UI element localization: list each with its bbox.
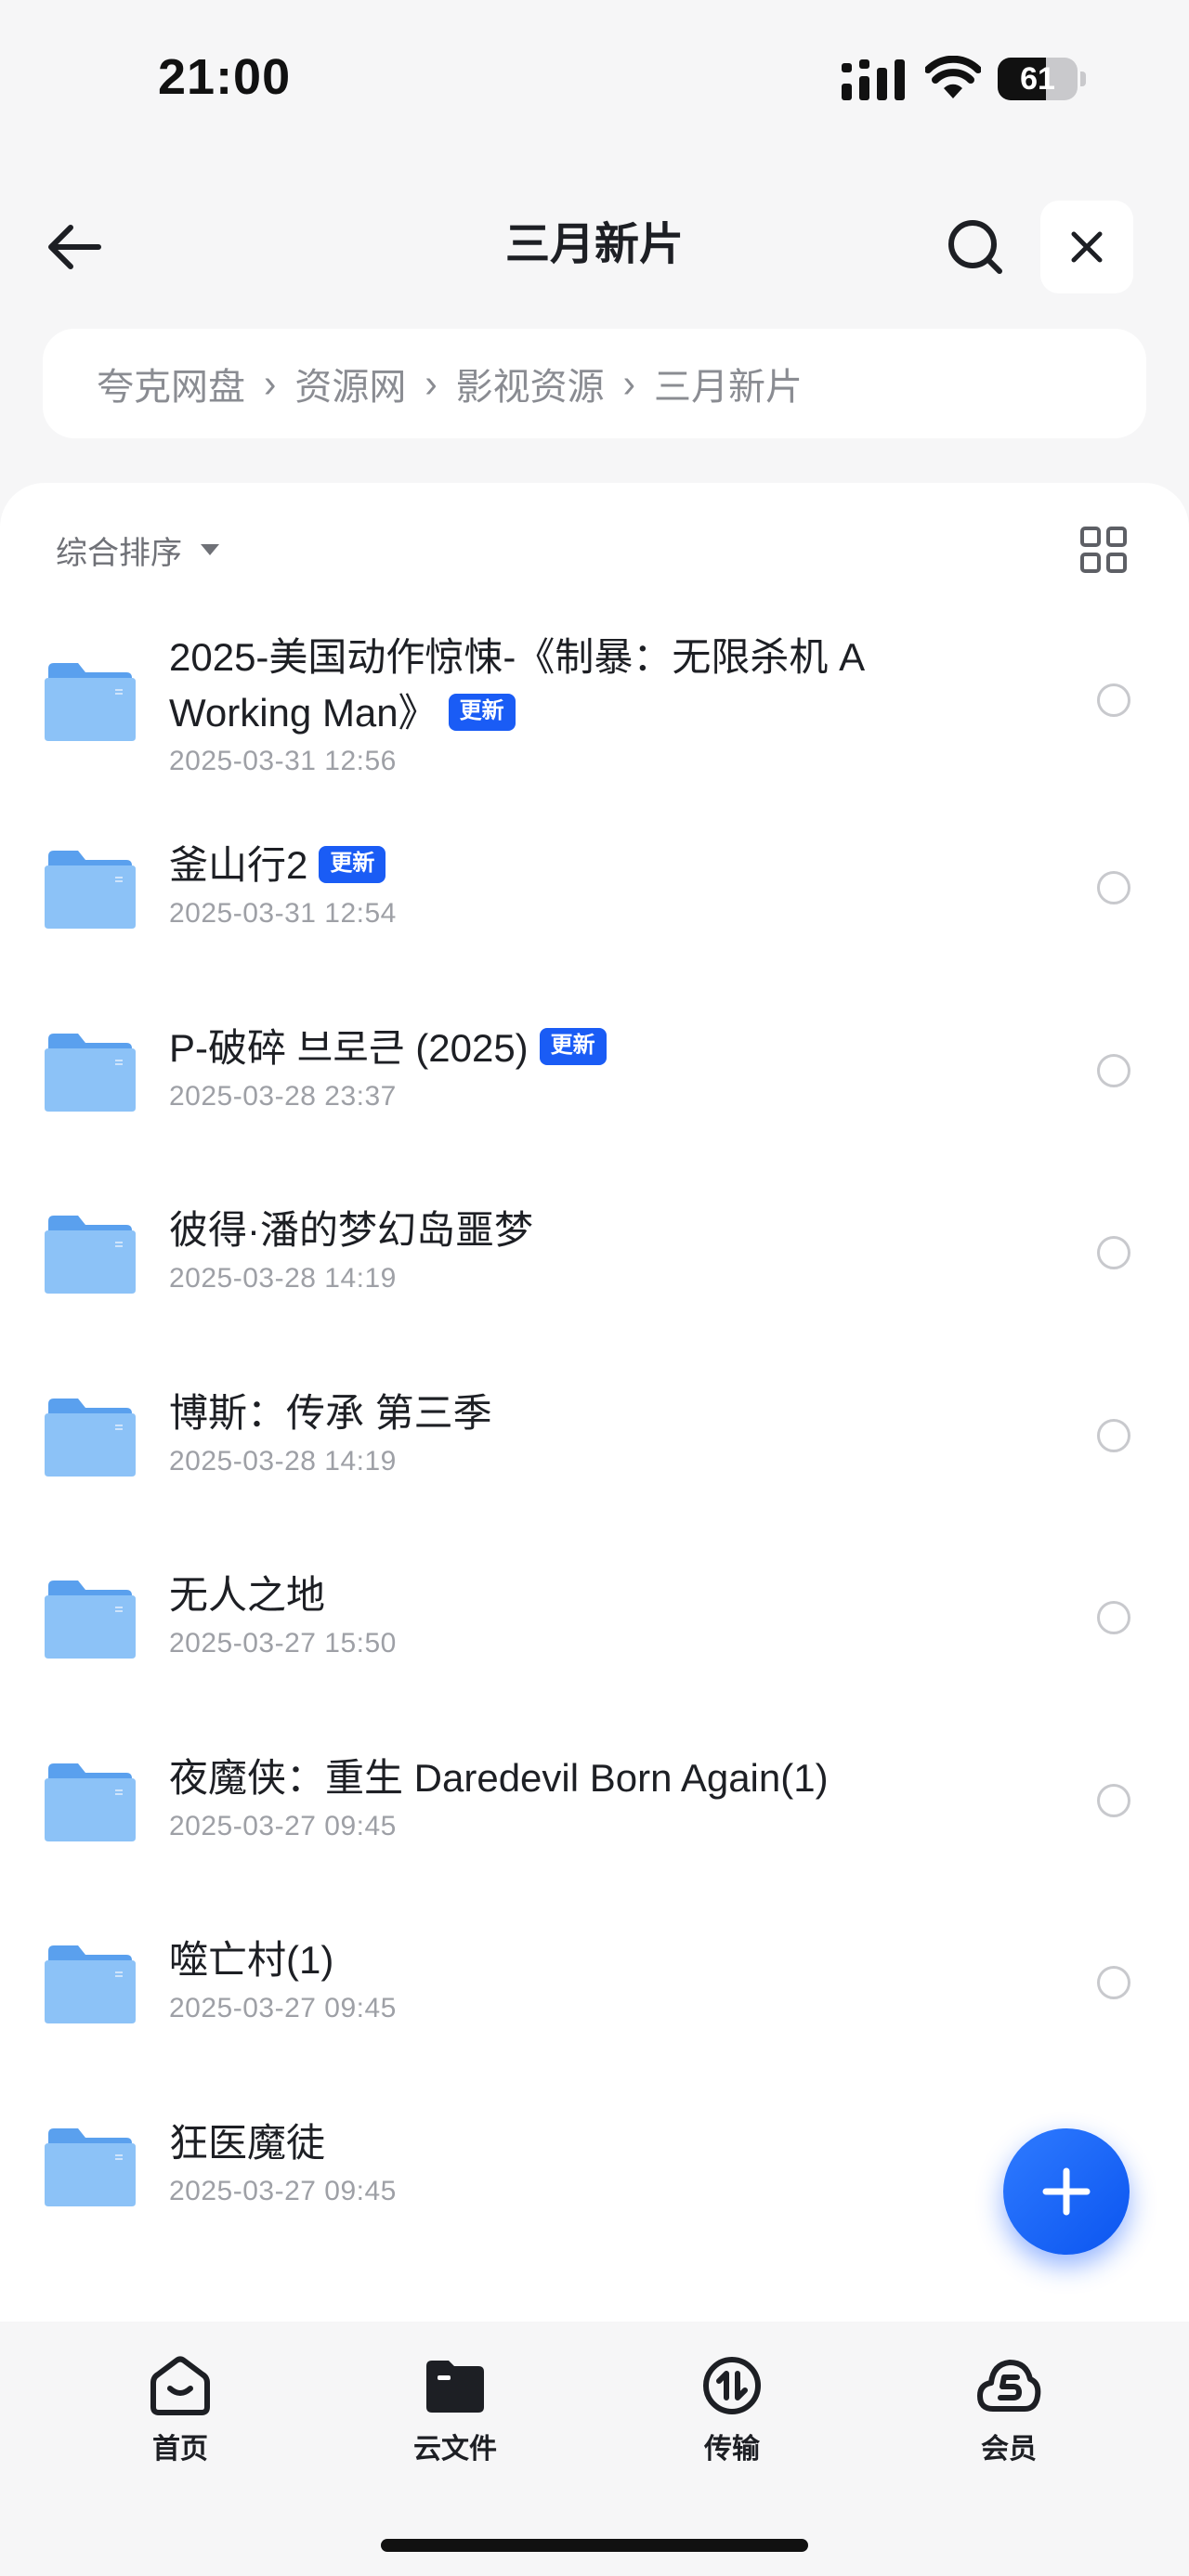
tab-transfer[interactable]: 传输 xyxy=(648,2355,816,2476)
file-row[interactable]: 无人之地 2025-03-27 15:50 xyxy=(0,1529,1189,1711)
tab-label: 首页 xyxy=(152,2434,208,2465)
file-date: 2025-03-27 09:45 xyxy=(169,2175,397,2206)
select-checkbox[interactable] xyxy=(1097,871,1130,904)
cloud-folder-icon xyxy=(426,2361,484,2413)
folder-icon xyxy=(45,2127,136,2206)
file-list: 2025-美国动作惊悚-《制暴：无限杀机 A Working Man》 更新 20… xyxy=(0,598,1189,2258)
battery-percentage: 61 xyxy=(1020,61,1055,97)
breadcrumb-item-video-resources[interactable]: 影视资源 xyxy=(456,357,605,410)
file-date: 2025-03-28 14:19 xyxy=(169,1263,397,1294)
file-date: 2025-03-31 12:56 xyxy=(169,746,397,776)
folder-icon xyxy=(45,851,136,929)
file-list-panel: 综合排序 2025-美国动作惊悚-《制暴：无限杀机 A Working Man》… xyxy=(0,483,1189,2340)
folder-icon xyxy=(45,1581,136,1659)
tab-label: 云文件 xyxy=(413,2434,497,2465)
caret-down-icon xyxy=(201,544,219,555)
plus-icon xyxy=(1042,2167,1091,2216)
select-checkbox[interactable] xyxy=(1097,683,1130,717)
search-button[interactable] xyxy=(938,210,1013,284)
select-checkbox[interactable] xyxy=(1097,1966,1130,1999)
file-name: 夜魔侠：重生 Daredevil Born Again(1) xyxy=(169,1755,829,1800)
file-date: 2025-03-27 09:45 xyxy=(169,1993,397,2023)
file-name: 博斯：传承 第三季 xyxy=(169,1390,492,1435)
file-row[interactable]: 夜魔侠：重生 Daredevil Born Again(1) 2025-03-2… xyxy=(0,1711,1189,1894)
close-button[interactable] xyxy=(1040,201,1133,293)
folder-icon xyxy=(45,663,136,741)
breadcrumb-item-quark-drive[interactable]: 夸克网盘 xyxy=(97,357,245,410)
search-icon xyxy=(948,220,1002,274)
file-row[interactable]: 2025-美国动作惊悚-《制暴：无限杀机 A Working Man》 更新 20… xyxy=(0,598,1189,799)
update-badge: 更新 xyxy=(539,1028,607,1066)
update-badge: 更新 xyxy=(319,845,386,883)
screen: 21:00 61 三月新片 夸克网盘 › 资源网 › 影视资源 › 三月新片 综… xyxy=(0,0,1189,2576)
file-date: 2025-03-28 14:19 xyxy=(169,1445,397,1477)
arrow-left-icon xyxy=(48,225,101,269)
battery-icon: 61 xyxy=(998,58,1087,100)
file-name: P-破碎 브로큰 (2025) xyxy=(169,1025,529,1070)
file-name: 无人之地 xyxy=(169,1573,326,1617)
file-row[interactable]: 釜山行2 更新 2025-03-31 12:54 xyxy=(0,799,1189,982)
tab-label: 会员 xyxy=(981,2434,1037,2465)
folder-icon xyxy=(45,1398,136,1477)
select-checkbox[interactable] xyxy=(1097,1236,1130,1269)
add-button[interactable] xyxy=(1003,2128,1130,2255)
vip-cloud-icon xyxy=(977,2360,1041,2412)
tab-cloud-files[interactable]: 云文件 xyxy=(372,2355,539,2476)
cellular-signal-icon xyxy=(842,59,905,100)
file-date: 2025-03-28 23:37 xyxy=(169,1080,397,1112)
status-time: 21:00 xyxy=(158,49,292,105)
file-date: 2025-03-27 15:50 xyxy=(169,1628,397,1659)
tab-home[interactable]: 首页 xyxy=(97,2355,264,2476)
breadcrumb-item-current: 三月新片 xyxy=(653,367,803,408)
home-icon xyxy=(150,2356,210,2415)
file-date: 2025-03-31 12:54 xyxy=(169,898,397,929)
file-row[interactable]: 噬亡村(1) 2025-03-27 09:45 xyxy=(0,1893,1189,2076)
select-checkbox[interactable] xyxy=(1097,1053,1130,1087)
file-name: 噬亡村(1) xyxy=(169,1938,334,1982)
page-title: 三月新片 xyxy=(504,220,684,269)
file-row[interactable]: P-破碎 브로큰 (2025) 更新 2025-03-28 23:37 xyxy=(0,982,1189,1164)
folder-icon xyxy=(45,1216,136,1294)
chevron-right-icon: › xyxy=(622,360,635,406)
back-button[interactable] xyxy=(37,210,111,284)
wifi-icon xyxy=(925,56,981,98)
status-bar: 21:00 61 xyxy=(0,0,1189,158)
tab-vip[interactable]: 会员 xyxy=(925,2355,1092,2476)
home-indicator[interactable] xyxy=(381,2539,808,2552)
update-badge: 更新 xyxy=(448,693,516,731)
folder-icon xyxy=(45,1945,136,2023)
select-checkbox[interactable] xyxy=(1097,1783,1130,1817)
grid-view-icon[interactable] xyxy=(1079,526,1128,574)
sort-label: 综合排序 xyxy=(56,535,182,571)
bottom-tab-bar: 首页 云文件 传输 会员 xyxy=(0,2322,1189,2576)
sort-dropdown[interactable]: 综合排序 xyxy=(56,522,219,578)
file-name: 釜山行2 xyxy=(169,843,308,887)
transfer-icon xyxy=(703,2357,761,2414)
breadcrumb-item-resource-site[interactable]: 资源网 xyxy=(294,357,406,410)
select-checkbox[interactable] xyxy=(1097,1601,1130,1634)
file-name: 狂医魔徒 xyxy=(169,2120,326,2165)
tab-label: 传输 xyxy=(704,2434,760,2465)
folder-icon xyxy=(45,1763,136,1841)
select-checkbox[interactable] xyxy=(1097,1418,1130,1452)
file-name: 彼得·潘的梦幻岛噩梦 xyxy=(169,1208,533,1252)
breadcrumb: 夸克网盘 › 资源网 › 影视资源 › 三月新片 xyxy=(43,329,1146,438)
folder-icon xyxy=(45,1033,136,1112)
file-row[interactable]: 博斯：传承 第三季 2025-03-28 14:19 xyxy=(0,1347,1189,1529)
chevron-right-icon: › xyxy=(425,360,438,406)
chevron-right-icon: › xyxy=(264,360,277,406)
close-icon xyxy=(1071,231,1103,263)
file-name: 2025-美国动作惊悚-《制暴：无限杀机 A Working Man》 xyxy=(169,635,863,735)
file-date: 2025-03-27 09:45 xyxy=(169,1810,397,1841)
file-row[interactable]: 彼得·潘的梦幻岛噩梦 2025-03-28 14:19 xyxy=(0,1164,1189,1347)
